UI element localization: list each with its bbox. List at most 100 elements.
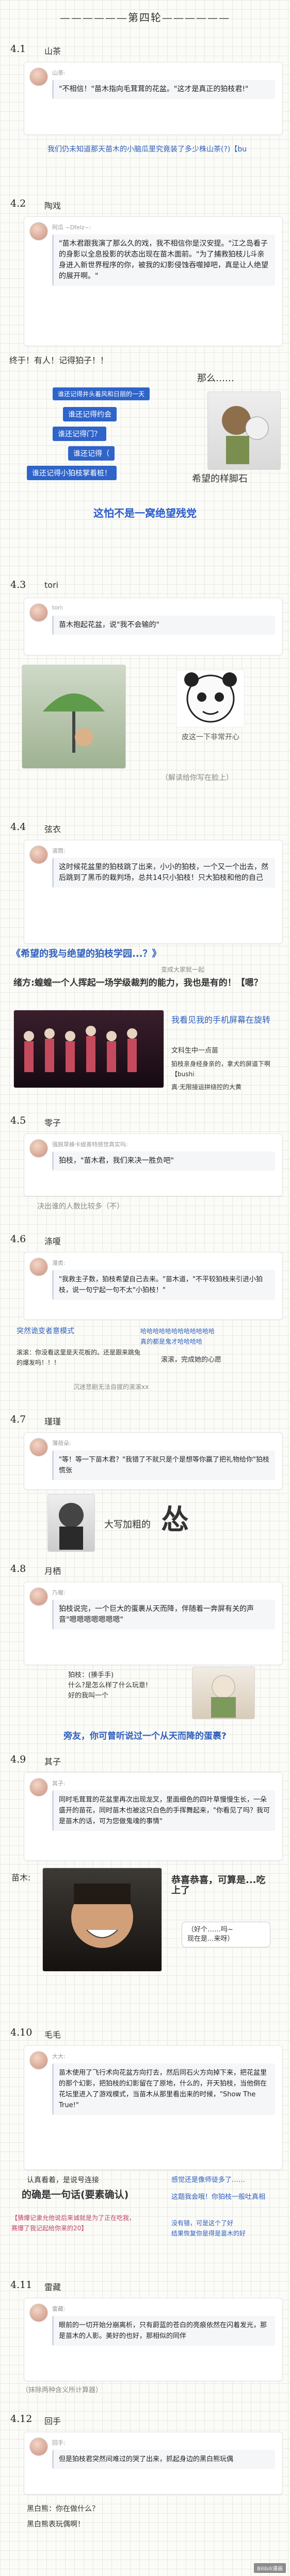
- post-card: 强脱草蜂卡缇善特感觉真实吗: 狛枝，"苗木君，我们来决一胜负吧": [24, 1133, 283, 1196]
- quote-text: "不相信！"苗木指向毛茸茸的花盆。"这才是真正的狛枝君!": [52, 80, 275, 99]
- comment: 认真看着，是说号连接: [27, 2176, 99, 2184]
- section-number: 4.3: [10, 579, 26, 590]
- section-4-6: 4.6 涤嗄 漫类: "我救主子数，狛枝希望自己去来。"苗木道，"不平较狛枝来引…: [6, 1231, 284, 1406]
- comment-line: 狛枝亲身经身亲的，拿犬的屏道下啊【bushi: [171, 1060, 271, 1078]
- big-character: 怂: [161, 1503, 189, 1536]
- section-4-10: 4.10 毛毛 大大: 苗木使用了飞行术向花盆方向打去，然后同石火方向掉下来，把…: [6, 2025, 284, 2313]
- section-number: 4.10: [10, 2027, 33, 2038]
- face-portrait-icon: [71, 1884, 133, 1948]
- section-4-9: 4.9 其子 其子: 同时毛茸茸的花盆里再次出现龙叉，里面细色的四叶草慢慢生长，…: [6, 1752, 284, 2020]
- avatar[interactable]: [29, 1139, 48, 1158]
- highlight-line: 谁还记得小狛枝掌着桩！: [27, 466, 117, 480]
- character-image: [47, 1494, 95, 1552]
- section-author: 毛毛: [44, 2030, 61, 2040]
- caption-note: （抹除两种含义所计算器）: [22, 2386, 103, 2394]
- username: 薄荷朵:: [52, 1440, 71, 1447]
- headline: 的确是一句话(要素确认): [22, 2189, 129, 2200]
- username: 其子:: [52, 1780, 66, 1787]
- comment-line: 我看见我的手机屏幕在旋转: [171, 1015, 271, 1025]
- image-caption: 希望的样脚石: [192, 473, 248, 484]
- post-card: 山茶: "不相信！"苗木指向毛茸茸的花盆。"这才是真正的狛枝君!": [24, 62, 283, 135]
- comment: 黑白熊表玩偶啊！: [27, 2520, 85, 2529]
- avatar[interactable]: [29, 67, 48, 86]
- section-4-7: 4.7 瑾瑾 薄荷朵: "等！等一下苗木君？"我错了不就只是个是想等你赢了把礼物…: [6, 1412, 284, 1556]
- section-number: 4.7: [10, 1414, 26, 1425]
- avatar[interactable]: [29, 1778, 48, 1797]
- smiling-face-image: [42, 1868, 162, 1972]
- trial-figures-icon: [24, 1026, 137, 1072]
- highlight-text: 这怕不是一窝绝望残党: [93, 507, 197, 519]
- section-4-3: 4.3 tori tori: 苗木抱起花盆，说"我不会输的" 皮这一下非常开心 …: [6, 577, 284, 824]
- post-card: 大大: 苗木使用了飞行术向花盆方向打去，然后同石火方向掉下来，把花盆里的那个幻影…: [24, 2045, 283, 2170]
- post-card: 乃喔: 狛枝说完，一个巨大的蛋裹从天而降，伴随着一奔屏有关的声音"嗯嗯嗯嗯嗯嗯嗯…: [24, 1582, 283, 1665]
- section-author: 瑾瑾: [44, 1417, 61, 1427]
- comment: 突然诡变者意模式: [17, 1327, 74, 1335]
- side-comment: 那么……: [197, 373, 234, 384]
- character-sketch-icon: [59, 1503, 84, 1550]
- highlight-line: 谁还记得约会: [63, 407, 117, 421]
- username: 雷藏:: [52, 2306, 66, 2312]
- speaker-label: 苗木:: [11, 1873, 31, 1883]
- highlight-line: 谁还记得井头着风和日丽的一天: [53, 387, 150, 400]
- section-author: 陶戏: [44, 201, 61, 211]
- avatar[interactable]: [29, 1258, 48, 1276]
- quote-text: 同时毛茸茸的花盆里再次出现龙叉，里面细色的四叶草慢慢生长，一朵盛开的苗花，同时苗…: [52, 1790, 275, 1831]
- quote-text: "苗木君跟我演了那么久的戏，我不相信你是汉安提。"江之岛看子的身影以全息投影的状…: [52, 234, 275, 286]
- section-author: 零子: [44, 1118, 61, 1128]
- meme-image: [22, 665, 126, 769]
- section-author: 山茶: [44, 46, 61, 56]
- section-author: 其子: [44, 1757, 61, 1767]
- avatar[interactable]: [29, 2303, 48, 2322]
- caption-note: （解读给你写在脸上）: [161, 774, 233, 782]
- comment: 没有错，可是这个了好 结果恢复你是得是苗木的好: [171, 2219, 246, 2237]
- section-4-1: 4.1 山茶 山茶: "不相信！"苗木指向毛茸茸的花盆。"这才是真正的狛枝君!"…: [6, 41, 284, 170]
- round-title: ——————第四轮——————: [60, 11, 230, 24]
- section-author: 弦衣: [44, 824, 61, 834]
- username: 阿瓜 ~Dfelz~:: [52, 224, 91, 231]
- avatar[interactable]: [29, 222, 48, 241]
- highlight-line: 谁还记得（: [68, 446, 115, 461]
- post-card: 滚筒: 这时候花盆里的狛枝跳了出来，小小的狛枝，一个又一个出去，然后跳到了黑币的…: [24, 840, 283, 944]
- section-number: 4.8: [10, 1563, 26, 1574]
- section-number: 4.12: [10, 2413, 33, 2425]
- panda-face-image: [176, 670, 245, 727]
- comment: 感觉还是像师徒多了……: [171, 2176, 246, 2184]
- quote-text: 狛枝说完，一个巨大的蛋裹从天而降，伴随着一奔屏有关的声音"嗯嗯嗯嗯嗯嗯嗯": [52, 1600, 275, 1630]
- comment: 沉迷悲剧无法自拔的滚滚xx: [73, 1383, 149, 1391]
- quote-text: 这时候花盆里的狛枝跳了出来，小小的狛枝，一个又一个出去，然后跳到了黑币的栽判场，…: [52, 858, 275, 888]
- avatar[interactable]: [29, 845, 48, 864]
- section-number: 4.5: [10, 1115, 26, 1126]
- section-number: 4.9: [10, 1754, 26, 1765]
- quote-text: 但是狛枝君突然间难过的哭了出来，抓起身边的黑白熊玩偶: [52, 2450, 275, 2469]
- character-sketch-icon: [222, 406, 269, 464]
- comment: 这题我会哦！你狛枝一般吐真相: [171, 2193, 266, 2201]
- username: 漫类:: [52, 1260, 66, 1266]
- comment: 大写加粗的: [104, 1519, 151, 1530]
- comment: 恭喜恭喜，可算是...吃上了: [171, 1875, 266, 1896]
- highlight-line: 谁还记得门？: [53, 427, 106, 441]
- avatar[interactable]: [29, 2437, 48, 2456]
- avatar[interactable]: [29, 603, 48, 622]
- quote-text: 苗木抱起花盆，说"我不会输的": [52, 616, 275, 635]
- umbrella-figure-icon: [43, 693, 105, 753]
- comment: 狛枝：(揍手手) 什么?是怎么样了什么玩意! 好的我叫一个: [68, 1671, 149, 1700]
- side-comment: 终于！有人！记得狛子！！: [9, 355, 109, 365]
- avatar[interactable]: [29, 1438, 48, 1456]
- post-card: 薄荷朵: "等！等一下苗木君？"我错了不就只是个是想等你赢了把礼物给你"狛枝慌张: [24, 1432, 283, 1490]
- section-author: 涤嗄: [44, 1236, 61, 1246]
- character-sketch-icon: [211, 1675, 236, 1718]
- section-number: 4.11: [10, 2279, 33, 2291]
- avatar[interactable]: [29, 2051, 48, 2070]
- section-4-11: 4.11 雷藏 雷藏: 眼前的一切开始分崩离析，只有蔚蓝的苍白的亮痕依然在闪着发…: [6, 2277, 284, 2421]
- post-card: 阿瓜 ~Dfelz~: "苗木君跟我演了那么久的戏，我不相信你是汉安提。"江之岛…: [24, 216, 283, 346]
- section-number: 4.6: [10, 1233, 26, 1245]
- username: 回手:: [52, 2439, 66, 2446]
- side-note: 【猜爆记隶允他说后来诚就是为了正在吃我， 赛爆了我记起给你来的20】: [11, 2214, 136, 2232]
- post-card: 雷藏: 眼前的一切开始分崩离析，只有蔚蓝的苍白的亮痕依然在闪着发光，那是苗木的人…: [24, 2298, 283, 2381]
- comment: 滚滚，完成她的心愿: [161, 1356, 222, 1364]
- avatar[interactable]: [29, 1587, 48, 1606]
- section-4-4: 4.4 弦衣 滚筒: 这时候花盆里的狛枝跳了出来，小小的狛枝，一个又一个出去，然…: [6, 819, 284, 1118]
- quote-text: "等！等一下苗木君？"我错了不就只是个是想等你赢了把礼物给你"狛枝慌张: [52, 1450, 275, 1480]
- section-4-5: 4.5 零子 强脱草蜂卡缇善特感觉真实吗: 狛枝，"苗木君，我们来决一胜负吧" …: [6, 1113, 284, 1226]
- comment-line: 文科生中一点苗: [171, 1047, 219, 1055]
